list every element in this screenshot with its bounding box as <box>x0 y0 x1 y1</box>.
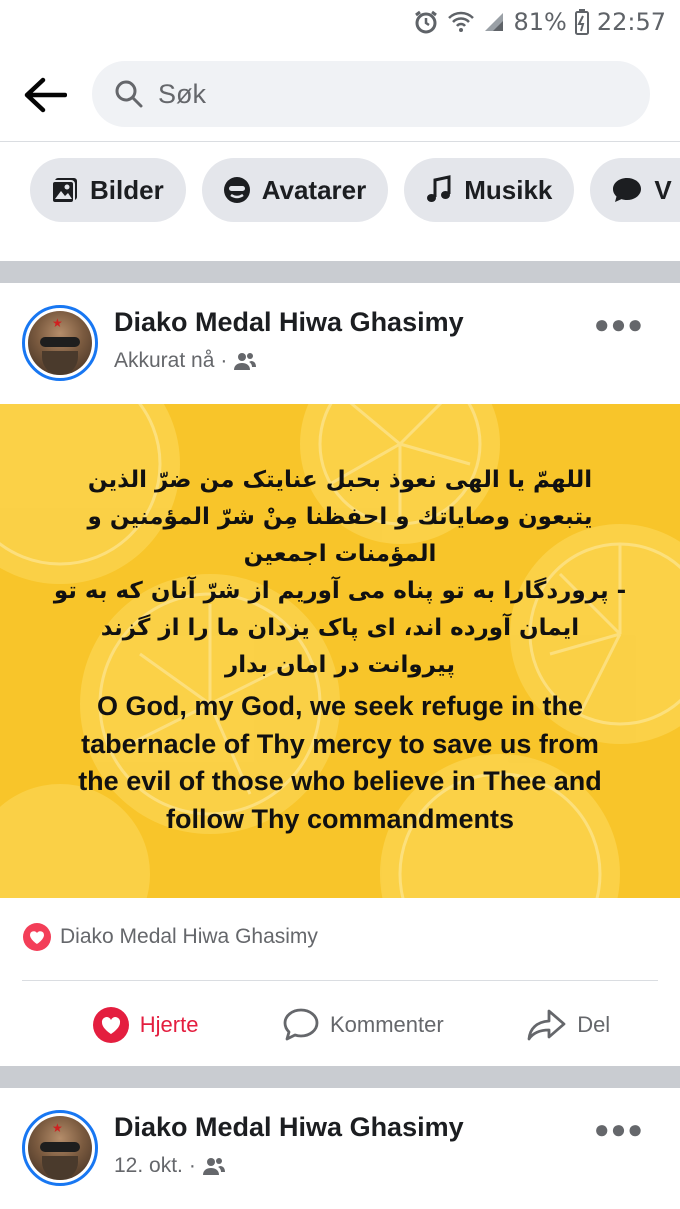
reactions-summary[interactable]: Diako Medal Hiwa Ghasimy <box>22 922 318 952</box>
post-time[interactable]: 12. okt. <box>114 1154 183 1178</box>
post-text: اللهمّ يا الهی نعوذ بحبل عنايتک من ضرّ ا… <box>50 462 630 838</box>
battery-percent: 81% <box>513 8 567 36</box>
post-meta: 12. okt. · <box>114 1154 226 1178</box>
filter-chips: Bilder Avatarer Musikk V <box>30 158 680 222</box>
english-text: O God, my God, we seek refuge in the tab… <box>78 691 602 834</box>
chip-label: V <box>654 174 672 205</box>
like-label: Hjerte <box>139 1012 199 1037</box>
section-divider <box>0 261 680 283</box>
more-options-icon[interactable]: ●●● <box>594 1114 644 1145</box>
chip-avatarer[interactable]: Avatarer <box>201 158 389 222</box>
chip-bilder[interactable]: Bilder <box>30 158 186 222</box>
share-icon <box>527 1009 566 1041</box>
friends-icon <box>234 353 257 370</box>
image-icon <box>51 178 77 204</box>
post-author[interactable]: Diako Medal Hiwa Ghasimy <box>114 307 464 338</box>
section-divider <box>0 1066 680 1088</box>
chip-label: Musikk <box>464 174 553 205</box>
heart-icon <box>92 1007 129 1043</box>
heart-reaction-icon <box>23 923 51 951</box>
chip-musikk[interactable]: Musikk <box>404 158 575 222</box>
avatar[interactable]: ★ <box>22 1110 98 1186</box>
comment-button[interactable]: Kommenter <box>282 1000 444 1050</box>
chat-bubble-icon <box>613 178 642 202</box>
more-options-icon[interactable]: ●●● <box>594 309 644 340</box>
post-meta: Akkurat nå · <box>114 349 257 373</box>
alarm-icon <box>415 10 438 34</box>
reaction-by: Diako Medal Hiwa Ghasimy <box>60 925 318 948</box>
star-icon: ★ <box>52 1121 63 1135</box>
music-note-icon <box>427 175 451 202</box>
chip-label: Avatarer <box>261 174 367 205</box>
star-icon: ★ <box>52 316 63 330</box>
back-arrow-icon <box>24 77 67 113</box>
actions-divider <box>22 980 658 981</box>
wifi-icon <box>448 11 475 32</box>
friends-icon <box>202 1158 225 1175</box>
battery-icon <box>574 9 589 35</box>
chip-label: Bilder <box>90 174 164 205</box>
share-label: Del <box>577 1012 611 1037</box>
status-bar: 81% 22:57 <box>0 0 680 44</box>
search-header <box>0 44 680 142</box>
clock-time: 22:57 <box>596 8 666 36</box>
post-header: ★ Diako Medal Hiwa Ghasimy Akkurat nå · … <box>0 283 680 403</box>
avatar[interactable]: ★ <box>22 305 98 381</box>
share-button[interactable]: Del <box>527 1000 610 1050</box>
post-header: ★ Diako Medal Hiwa Ghasimy 12. okt. · ●●… <box>0 1088 680 1208</box>
post-time[interactable]: Akkurat nå <box>114 349 214 373</box>
arabic-text: اللهمّ يا الهی نعوذ بحبل عنايتک من ضرّ ا… <box>53 467 627 678</box>
post-author[interactable]: Diako Medal Hiwa Ghasimy <box>114 1112 464 1143</box>
search-box[interactable] <box>92 61 650 127</box>
back-button[interactable] <box>18 70 72 120</box>
post-actions: Hjerte Kommenter Del <box>0 1000 680 1050</box>
comment-label: Kommenter <box>329 1012 444 1037</box>
avatar-icon <box>223 177 250 203</box>
chip-partial[interactable]: V <box>590 158 680 222</box>
search-icon <box>115 80 143 108</box>
comment-icon <box>283 1008 319 1041</box>
signal-icon <box>485 13 504 31</box>
like-button[interactable]: Hjerte <box>92 1000 199 1050</box>
search-input[interactable] <box>158 78 598 110</box>
post-image[interactable]: اللهمّ يا الهی نعوذ بحبل عنايتک من ضرّ ا… <box>0 404 680 898</box>
